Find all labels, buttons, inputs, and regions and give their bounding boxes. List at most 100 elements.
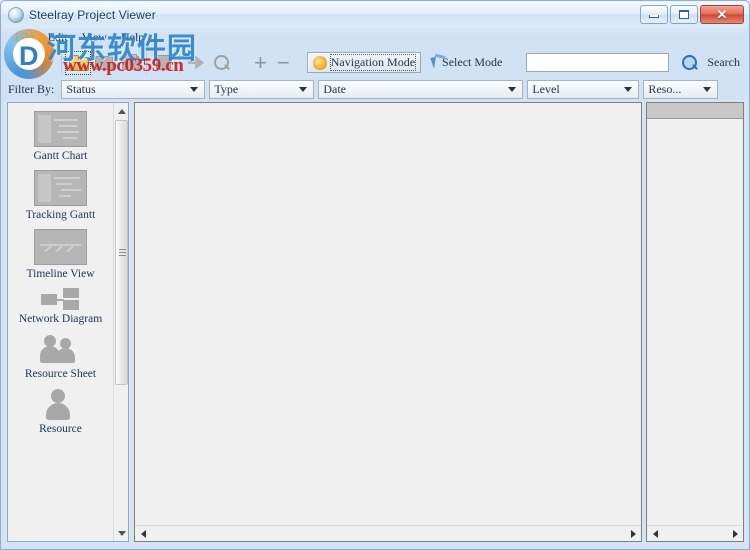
zoom-out-button[interactable] (183, 51, 209, 75)
close-button[interactable]: ✕ (700, 5, 744, 24)
search-input[interactable] (526, 53, 670, 72)
sidebar-item-label: Tracking Gantt (25, 209, 96, 221)
gantt-chart-icon (34, 111, 87, 147)
triangle-right-icon (630, 529, 636, 538)
scroll-left-button[interactable] (647, 526, 663, 541)
filter-date-dropdown[interactable]: Date (318, 79, 524, 99)
export-button[interactable] (117, 51, 143, 75)
select-mode-label: Select Mode (442, 55, 503, 69)
minimize-button[interactable] (640, 5, 668, 24)
open-file-button[interactable] (65, 50, 91, 75)
toolbar-separator (61, 52, 62, 73)
navigation-mode-label: Navigation Mode (329, 54, 417, 71)
resource-sheet-icon (39, 333, 82, 365)
back-button[interactable] (6, 51, 32, 75)
hand-icon (312, 55, 327, 70)
find-icon (214, 54, 230, 71)
menu-item-file[interactable]: File (8, 29, 41, 46)
view-list: Gantt Chart Tracking Gantt Timeline View… (8, 103, 113, 541)
sidebar-item-resource-sheet[interactable]: Resource Sheet (8, 330, 113, 385)
close-icon: ✕ (716, 7, 728, 22)
sidebar-item-network-diagram[interactable]: Network Diagram (8, 285, 113, 330)
filter-type-dropdown[interactable]: Type (209, 79, 315, 99)
search-magnifier-icon (682, 54, 698, 71)
search-label: Search (707, 55, 740, 69)
menu-item-view[interactable]: View (75, 29, 114, 46)
main-content-pane[interactable] (134, 102, 642, 542)
copy-icon (155, 55, 171, 70)
chevron-down-icon (299, 86, 308, 92)
scroll-down-button[interactable] (114, 525, 129, 541)
timeline-view-icon (34, 229, 87, 265)
sidebar-item-tracking-gantt[interactable]: Tracking Gantt (8, 167, 113, 226)
filter-status-value: Status (66, 81, 96, 96)
select-mode-button[interactable]: Select Mode (427, 52, 507, 73)
filter-level-value: Level (532, 81, 560, 96)
scrollbar-grip-icon (119, 248, 126, 257)
resource-icon (44, 388, 78, 420)
minimize-icon (649, 15, 659, 18)
sidebar-item-timeline-view[interactable]: Timeline View (8, 226, 113, 285)
right-content-pane[interactable] (646, 102, 744, 542)
filter-resource-dropdown[interactable]: Reso... (643, 79, 719, 99)
chevron-down-icon (508, 86, 517, 92)
triangle-right-icon (732, 529, 738, 538)
scrollbar-thumb[interactable] (115, 120, 128, 385)
maximize-icon (679, 10, 689, 19)
expand-all-button[interactable]: + (249, 51, 272, 73)
navigation-mode-button[interactable]: Navigation Mode (306, 52, 422, 73)
find-button[interactable] (209, 51, 235, 75)
right-pane-header (647, 103, 743, 119)
sidebar-item-label: Gantt Chart (33, 150, 88, 162)
chevron-down-icon (703, 86, 712, 92)
scroll-up-button[interactable] (114, 103, 129, 119)
menu-item-help[interactable]: Help (114, 29, 151, 46)
sidebar-item-label: Network Diagram (18, 313, 103, 325)
open-folder-icon (68, 55, 89, 71)
application-window: Steelray Project Viewer ✕ File Edit View… (0, 0, 750, 550)
triangle-left-icon (140, 529, 146, 538)
window-controls: ✕ (640, 5, 744, 24)
collapse-all-button[interactable]: − (272, 51, 295, 73)
tracking-gantt-icon (34, 170, 87, 206)
network-diagram-icon (40, 288, 81, 310)
triangle-up-icon (117, 108, 126, 114)
scroll-right-button[interactable] (727, 526, 743, 541)
filter-resource-value: Reso... (648, 81, 682, 96)
toolbar: + − Navigation Mode Select Mode Search (2, 48, 748, 77)
body-area: Gantt Chart Tracking Gantt Timeline View… (2, 100, 748, 548)
forward-button[interactable] (32, 51, 58, 75)
scroll-left-button[interactable] (135, 526, 151, 541)
sidebar-item-gantt-chart[interactable]: Gantt Chart (8, 108, 113, 167)
sidebar-vertical-scrollbar[interactable] (113, 103, 128, 541)
menu-item-edit[interactable]: Edit (41, 29, 75, 46)
filter-by-label: Filter By: (8, 81, 55, 96)
sidebar-item-resource[interactable]: Resource (8, 385, 113, 440)
main-horizontal-scrollbar[interactable] (135, 525, 641, 541)
filter-level-dropdown[interactable]: Level (527, 79, 640, 99)
window-frame: Steelray Project Viewer ✕ File Edit View… (0, 0, 750, 550)
scroll-right-button[interactable] (625, 526, 641, 541)
filter-bar: Filter By: Status Type Date Level Reso..… (2, 78, 748, 100)
filter-date-value: Date (323, 81, 346, 96)
right-horizontal-scrollbar[interactable] (647, 525, 743, 541)
filter-status-dropdown[interactable]: Status (61, 79, 206, 99)
arrow-back-icon (14, 55, 24, 70)
arrow-cursor-icon (430, 56, 440, 69)
copy-button[interactable] (150, 51, 176, 75)
title-bar: Steelray Project Viewer ✕ (2, 2, 748, 28)
triangle-left-icon (652, 529, 658, 538)
print-button[interactable] (91, 51, 117, 75)
window-title: Steelray Project Viewer (29, 8, 156, 22)
export-icon (121, 53, 139, 70)
search-button[interactable] (677, 51, 703, 75)
menu-bar: File Edit View Help (2, 28, 748, 47)
chevron-down-icon (190, 86, 199, 92)
toolbar-separator (179, 52, 180, 73)
maximize-button[interactable] (670, 5, 698, 24)
filter-type-value: Type (214, 81, 239, 96)
arrow-forward-icon (40, 55, 50, 70)
sidebar-item-label: Timeline View (26, 268, 95, 280)
zoom-out-icon (188, 55, 204, 70)
sidebar-item-label: Resource Sheet (24, 368, 97, 380)
